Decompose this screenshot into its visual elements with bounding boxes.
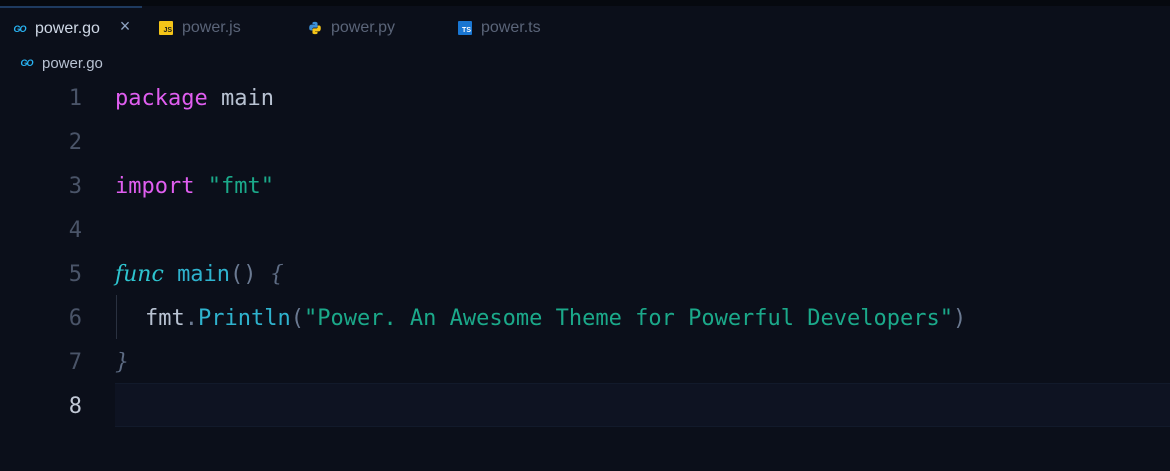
line-number: 3 (68, 174, 82, 199)
code-line: 1 package main (0, 77, 1170, 121)
keyword-package: package (115, 86, 208, 111)
tab-bar: GO power.go × JS power.js power.py TS po… (0, 6, 1170, 50)
line-number: 6 (68, 306, 82, 331)
tab-label: power.js (182, 19, 241, 36)
tab-power-js[interactable]: JS power.js (142, 6, 292, 50)
breadcrumb[interactable]: GO power.go (19, 52, 103, 74)
python-icon (308, 21, 322, 35)
code-line: 5 func main() { (0, 253, 1170, 297)
line-number: 1 (68, 86, 82, 111)
close-brace: } (115, 350, 129, 375)
line-number: 7 (68, 350, 82, 375)
open-paren: ( (290, 306, 304, 331)
keyword-func: func (115, 262, 164, 287)
dot-operator: . (184, 306, 198, 331)
tab-power-ts[interactable]: TS power.ts (442, 6, 592, 50)
line-number: 4 (68, 218, 82, 243)
tab-power-py[interactable]: power.py (292, 6, 442, 50)
parens: () (230, 262, 257, 287)
ts-icon: TS (458, 21, 472, 35)
code-line-current: 8 (0, 385, 1170, 429)
breadcrumb-label: power.go (42, 54, 103, 72)
line-number: 5 (68, 262, 82, 287)
package-name: main (220, 86, 274, 111)
tab-label: power.ts (481, 19, 541, 36)
tab-label: power.py (331, 19, 396, 36)
function-name: main (177, 262, 231, 287)
code-line: 2 (0, 121, 1170, 165)
js-icon: JS (159, 21, 173, 35)
open-brace: { (269, 262, 284, 287)
tab-label: power.go (35, 20, 100, 37)
string-literal: "Power. An Awesome Theme for Powerful De… (303, 306, 953, 331)
indent-guide (116, 295, 117, 339)
line-number: 2 (68, 130, 82, 155)
keyword-import: import (115, 174, 195, 199)
close-paren: ) (952, 306, 967, 331)
code-text: fmt.Println("Power. An Awesome Theme for… (145, 306, 966, 331)
code-text: } (115, 350, 129, 375)
code-line: 7 } (0, 341, 1170, 385)
code-line: 6 fmt.Println("Power. An Awesome Theme f… (0, 297, 1170, 341)
package-reference: fmt (145, 306, 185, 331)
code-line: 4 (0, 209, 1170, 253)
code-text: func main() { (115, 262, 284, 287)
code-text: import "fmt" (115, 174, 274, 199)
code-text: package main (115, 86, 274, 111)
code-line: 3 import "fmt" (0, 165, 1170, 209)
go-icon: GO (20, 58, 33, 68)
line-number: 8 (68, 394, 82, 419)
method-call: Println (198, 306, 291, 331)
close-icon[interactable]: × (117, 17, 133, 35)
go-icon: GO (13, 24, 26, 34)
import-path-string: "fmt" (207, 174, 274, 199)
